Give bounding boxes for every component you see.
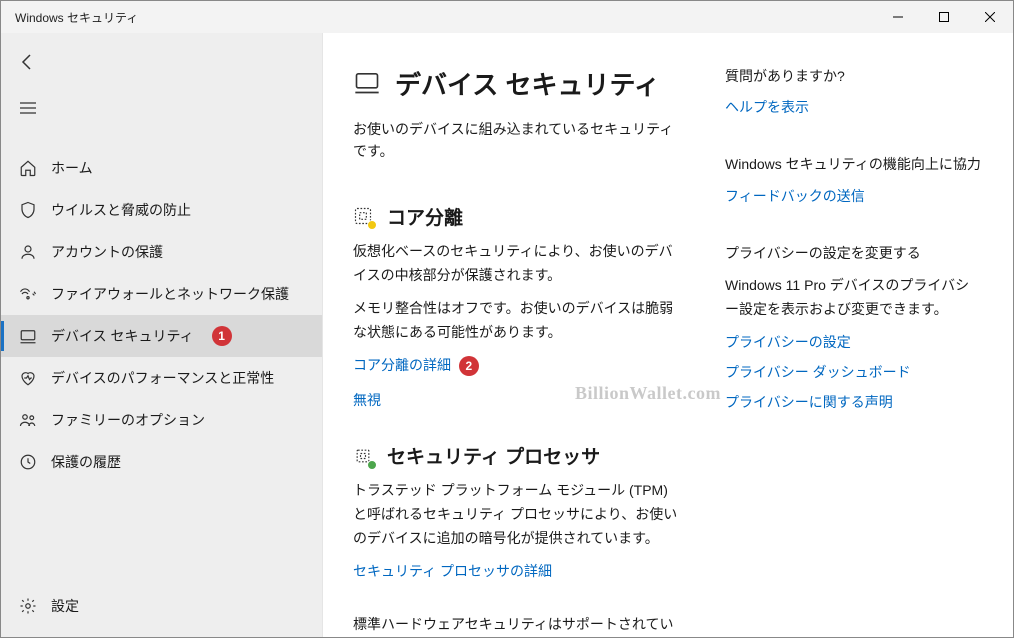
close-button[interactable] [967, 1, 1013, 33]
sidebar-item-device-security[interactable]: デバイス セキュリティ 1 [1, 315, 322, 357]
chip-icon [353, 446, 373, 466]
privacy-statement-link[interactable]: プライバシーに関する声明 [725, 392, 983, 412]
account-icon [19, 243, 37, 261]
privacy-dashboard-link[interactable]: プライバシー ダッシュボード [725, 362, 983, 382]
help-heading: 質問がありますか? [725, 65, 983, 87]
warning-status-icon [367, 220, 377, 230]
privacy-heading: プライバシーの設定を変更する [725, 242, 983, 264]
core-isolation-ignore-link[interactable]: 無視 [353, 390, 685, 410]
page-title: デバイス セキュリティ [395, 65, 660, 102]
core-isolation-icon [353, 206, 373, 226]
sidebar-item-label: 設定 [51, 596, 79, 616]
network-icon [19, 285, 37, 303]
back-button[interactable] [1, 43, 322, 81]
side-column: 質問がありますか? ヘルプを表示 Windows セキュリティの機能向上に協力 … [725, 65, 983, 607]
sidebar-item-home[interactable]: ホーム [1, 147, 322, 189]
sidebar-item-label: ファイアウォールとネットワーク保護 [51, 284, 289, 304]
window-controls [875, 1, 1013, 33]
sidebar-item-virus[interactable]: ウイルスと脅威の防止 [1, 189, 322, 231]
annotation-badge-1: 1 [212, 326, 232, 346]
page-subtitle: お使いのデバイスに組み込まれているセキュリティです。 [353, 118, 685, 163]
sidebar-item-label: ウイルスと脅威の防止 [51, 200, 191, 220]
family-icon [19, 411, 37, 429]
feedback-block: Windows セキュリティの機能向上に協力 フィードバックの送信 [725, 153, 983, 205]
content: デバイス セキュリティ お使いのデバイスに組み込まれているセキュリティです。 コ… [323, 33, 1013, 637]
main-column: デバイス セキュリティ お使いのデバイスに組み込まれているセキュリティです。 コ… [353, 65, 685, 607]
gear-icon [19, 597, 37, 615]
shield-icon [19, 201, 37, 219]
core-isolation-title: コア分離 [387, 203, 463, 230]
sidebar-item-performance[interactable]: デバイスのパフォーマンスと正常性 [1, 357, 322, 399]
sidebar-item-label: 保護の履歴 [51, 452, 121, 472]
sidebar-item-family[interactable]: ファミリーのオプション [1, 399, 322, 441]
minimize-button[interactable] [875, 1, 921, 33]
ok-status-icon [367, 460, 377, 470]
heart-icon [19, 369, 37, 387]
core-isolation-desc: 仮想化ベースのセキュリティにより、お使いのデバイスの中核部分が保護されます。 [353, 240, 685, 288]
feedback-heading: Windows セキュリティの機能向上に協力 [725, 153, 983, 175]
help-link[interactable]: ヘルプを表示 [725, 97, 983, 117]
hamburger-button[interactable] [1, 89, 322, 127]
section-security-processor: セキュリティ プロセッサ トラステッド プラットフォーム モジュール (TPM)… [353, 442, 685, 580]
sidebar-item-settings[interactable]: 設定 [1, 585, 322, 627]
privacy-settings-link[interactable]: プライバシーの設定 [725, 332, 983, 352]
device-icon [353, 68, 381, 99]
nav: ホーム ウイルスと脅威の防止 アカウントの保護 ファイアウォールとネットワーク保… [1, 147, 322, 585]
device-icon [19, 327, 37, 345]
sidebar-item-account[interactable]: アカウントの保護 [1, 231, 322, 273]
annotation-badge-2: 2 [459, 356, 479, 376]
security-processor-title: セキュリティ プロセッサ [387, 442, 600, 469]
sidebar-item-label: デバイス セキュリティ [51, 326, 194, 346]
hardware-security-text: 標準ハードウェアセキュリティはサポートされていません。 [353, 613, 685, 637]
core-isolation-details-link[interactable]: コア分離の詳細 [353, 357, 451, 373]
history-icon [19, 453, 37, 471]
sidebar-item-history[interactable]: 保護の履歴 [1, 441, 322, 483]
security-processor-desc: トラステッド プラットフォーム モジュール (TPM) と呼ばれるセキュリティ … [353, 479, 685, 550]
security-processor-details-link[interactable]: セキュリティ プロセッサの詳細 [353, 561, 685, 581]
core-isolation-status: メモリ整合性はオフです。お使いのデバイスは脆弱な状態にある可能性があります。 [353, 297, 685, 345]
privacy-text: Windows 11 Pro デバイスのプライバシー設定を表示および変更できます… [725, 274, 983, 322]
titlebar: Windows セキュリティ [1, 1, 1013, 33]
sidebar-item-label: ホーム [51, 158, 93, 178]
section-hardware-security: 標準ハードウェアセキュリティはサポートされていません。 詳細情報 [353, 613, 685, 637]
sidebar-item-label: アカウントの保護 [51, 242, 163, 262]
page-header: デバイス セキュリティ [353, 65, 685, 102]
help-block: 質問がありますか? ヘルプを表示 [725, 65, 983, 117]
sidebar-item-label: ファミリーのオプション [51, 410, 205, 430]
privacy-block: プライバシーの設定を変更する Windows 11 Pro デバイスのプライバシ… [725, 242, 983, 412]
home-icon [19, 159, 37, 177]
sidebar: ホーム ウイルスと脅威の防止 アカウントの保護 ファイアウォールとネットワーク保… [1, 33, 323, 637]
sidebar-item-firewall[interactable]: ファイアウォールとネットワーク保護 [1, 273, 322, 315]
sidebar-item-label: デバイスのパフォーマンスと正常性 [51, 368, 274, 388]
feedback-link[interactable]: フィードバックの送信 [725, 186, 983, 206]
window-title: Windows セキュリティ [15, 9, 875, 26]
maximize-button[interactable] [921, 1, 967, 33]
section-core-isolation: コア分離 仮想化ベースのセキュリティにより、お使いのデバイスの中核部分が保護され… [353, 203, 685, 410]
